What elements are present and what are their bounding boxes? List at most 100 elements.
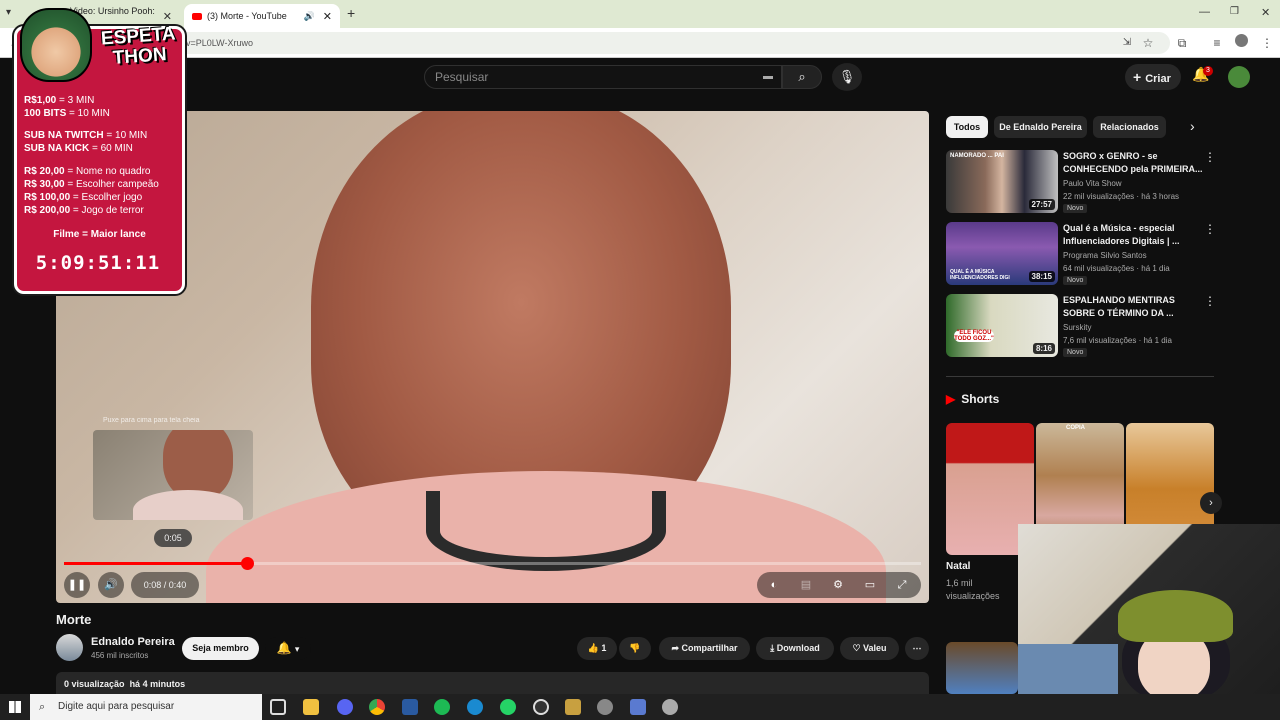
view-count: 0 visualização: [64, 679, 125, 689]
calculator-icon[interactable]: [630, 699, 646, 715]
volume-button[interactable]: 🔊: [98, 572, 124, 598]
subscription-bell-button[interactable]: 🔔 ▾: [265, 637, 311, 660]
share-button[interactable]: ➦ Compartilhar: [659, 637, 750, 660]
recommendation-item[interactable]: QUAL É A MÚSICA INFLUENCIADORES DIGI 38:…: [946, 222, 1216, 286]
edge-icon[interactable]: [467, 699, 483, 715]
download-button[interactable]: ⤓ Download: [756, 637, 834, 660]
notification-badge: 3: [1203, 66, 1213, 76]
speaker-icon[interactable]: 🔊: [304, 11, 315, 22]
browser-toolbar: ← h?v=PL0LW-Xruwo ⇲ ☆ ⧉ ≡ ⋮: [0, 28, 1280, 58]
install-icon[interactable]: ⇲: [1118, 34, 1136, 52]
settings-icon[interactable]: ⚙: [825, 572, 851, 598]
chevron-right-icon[interactable]: ›: [1190, 118, 1195, 134]
dislike-icon: 👎: [629, 643, 641, 653]
app-icon[interactable]: [597, 699, 613, 715]
time-display: 0:08 / 0:40: [131, 572, 199, 598]
channel-name[interactable]: Ednaldo Pereira: [91, 636, 175, 648]
join-button[interactable]: Seja membro: [182, 637, 259, 660]
more-icon[interactable]: ⋮: [1204, 150, 1216, 164]
media-control-icon[interactable]: ≡: [1208, 34, 1226, 52]
rule-reward: = 60 MIN: [89, 143, 133, 154]
chip-all[interactable]: Todos: [946, 116, 988, 138]
obs-icon[interactable]: [533, 699, 549, 715]
thanks-button[interactable]: ♡ Valeu: [840, 637, 899, 660]
create-button[interactable]: + Criar: [1125, 64, 1181, 90]
rule-reward: = Escolher campeão: [64, 179, 159, 190]
close-icon[interactable]: ✕: [163, 10, 172, 23]
divider: [946, 376, 1214, 377]
overlay-rule: R$ 200,00 = Jogo de terror: [24, 205, 144, 216]
description-box[interactable]: 0 visualização há 4 minutos: [56, 672, 929, 694]
theater-mode-icon[interactable]: ▭: [857, 572, 883, 598]
profile-icon[interactable]: [1232, 34, 1250, 52]
chip-related[interactable]: Relacionados: [1093, 116, 1166, 138]
volume-icon: 🔊: [104, 579, 118, 591]
restore-icon[interactable]: ❐: [1230, 6, 1239, 17]
app-icon[interactable]: [402, 699, 418, 715]
thumbnail-text: NAMORADO ... PAI: [950, 153, 1004, 159]
voice-search-button[interactable]: 🎙: [832, 63, 862, 91]
rule-amount: R$ 100,00: [24, 192, 71, 203]
fullscreen-icon[interactable]: ⤢: [889, 572, 915, 598]
discord-icon[interactable]: [337, 699, 353, 715]
keyboard-icon[interactable]: ▬: [763, 66, 773, 88]
subscriber-count: 456 mil inscritos: [91, 651, 149, 660]
recommendation-item[interactable]: "ELE FICOU TODO GOZ..." 8:16 ESPALHANDO …: [946, 294, 1216, 358]
file-explorer-icon[interactable]: [303, 699, 319, 715]
whatsapp-icon[interactable]: [500, 699, 516, 715]
dislike-button[interactable]: 👎: [619, 637, 651, 660]
rule-reward: = Escolher jogo: [70, 192, 143, 203]
address-bar[interactable]: h?v=PL0LW-Xruwo: [170, 32, 1170, 54]
preview-shirt: [133, 490, 243, 520]
share-icon: ➦: [671, 643, 679, 653]
progress-bar[interactable]: [64, 557, 921, 570]
overlay-rule: R$ 100,00 = Escolher jogo: [24, 192, 142, 203]
search-button[interactable]: ⌕: [782, 65, 822, 89]
close-icon[interactable]: ✕: [323, 10, 332, 23]
subtitles-icon[interactable]: ▤: [793, 572, 819, 598]
bookmark-star-icon[interactable]: ☆: [1139, 34, 1157, 52]
espetathon-logo: ESPETA THON: [95, 23, 184, 70]
scrubber-handle[interactable]: [240, 557, 254, 570]
app-icon[interactable]: [662, 699, 678, 715]
league-icon[interactable]: [565, 699, 581, 715]
video-frame-collar: [426, 491, 666, 571]
progress-fill: [64, 562, 247, 565]
more-icon[interactable]: ⋮: [1204, 222, 1216, 236]
recommendation-title: SOGRO x GENRO - se CONHECENDO pela PRIME…: [1063, 151, 1203, 174]
mic-icon: 🎙: [838, 69, 856, 84]
close-window-icon[interactable]: ✕: [1261, 6, 1270, 19]
url-text: h?v=PL0LW-Xruwo: [176, 38, 253, 48]
search-input[interactable]: Pesquisar ▬: [424, 65, 782, 89]
spotify-icon[interactable]: [434, 699, 450, 715]
tab-youtube[interactable]: (3) Morte - YouTube 🔊 ✕: [184, 4, 340, 28]
pause-button[interactable]: ❚❚: [64, 572, 90, 598]
autoplay-toggle[interactable]: ◐: [761, 572, 787, 598]
windows-icon[interactable]: [9, 701, 21, 713]
next-short-thumbnail: [946, 642, 1018, 694]
taskbar-search-input[interactable]: ⌕ Digite aqui para pesquisar: [30, 694, 262, 720]
extensions-icon[interactable]: ⧉: [1173, 34, 1191, 52]
more-actions-button[interactable]: ⋯: [905, 637, 929, 660]
video-player[interactable]: Puxe para cima para tela cheia 0:05 ❚❚ 🔊…: [56, 111, 929, 603]
chrome-icon[interactable]: [369, 699, 385, 715]
download-icon: ⤓: [770, 643, 775, 653]
task-view-icon[interactable]: [270, 699, 286, 715]
new-tab-button[interactable]: +: [347, 5, 355, 21]
chip-from-channel[interactable]: De Ednaldo Pereira: [994, 116, 1087, 138]
recommendation-item[interactable]: NAMORADO ... PAI 27:57 SOGRO x GENRO - s…: [946, 150, 1216, 214]
menu-icon[interactable]: ⋮: [1258, 34, 1276, 52]
recommendation-meta: 7,6 mil visualizações · há 1 dia: [1063, 336, 1172, 345]
more-icon[interactable]: ⋮: [1204, 294, 1216, 308]
minimize-icon[interactable]: —: [1199, 6, 1210, 18]
like-button[interactable]: 👍 1: [577, 637, 617, 660]
overlay-rule: R$1,00 = 3 MIN: [24, 95, 94, 106]
chevron-right-icon[interactable]: ›: [1200, 492, 1222, 514]
overlay-rule: R$ 20,00 = Nome no quadro: [24, 166, 150, 177]
youtube-header: Pesquisar ▬ ⌕ 🎙 + Criar 🔔 3: [0, 58, 1280, 98]
tab-list-button[interactable]: ▾: [6, 7, 11, 18]
channel-avatar[interactable]: [56, 634, 83, 661]
recommendation-meta: 64 mil visualizações · há 1 dia: [1063, 264, 1170, 273]
bell-icon: 🔔: [276, 641, 292, 655]
account-avatar[interactable]: [1228, 66, 1250, 88]
